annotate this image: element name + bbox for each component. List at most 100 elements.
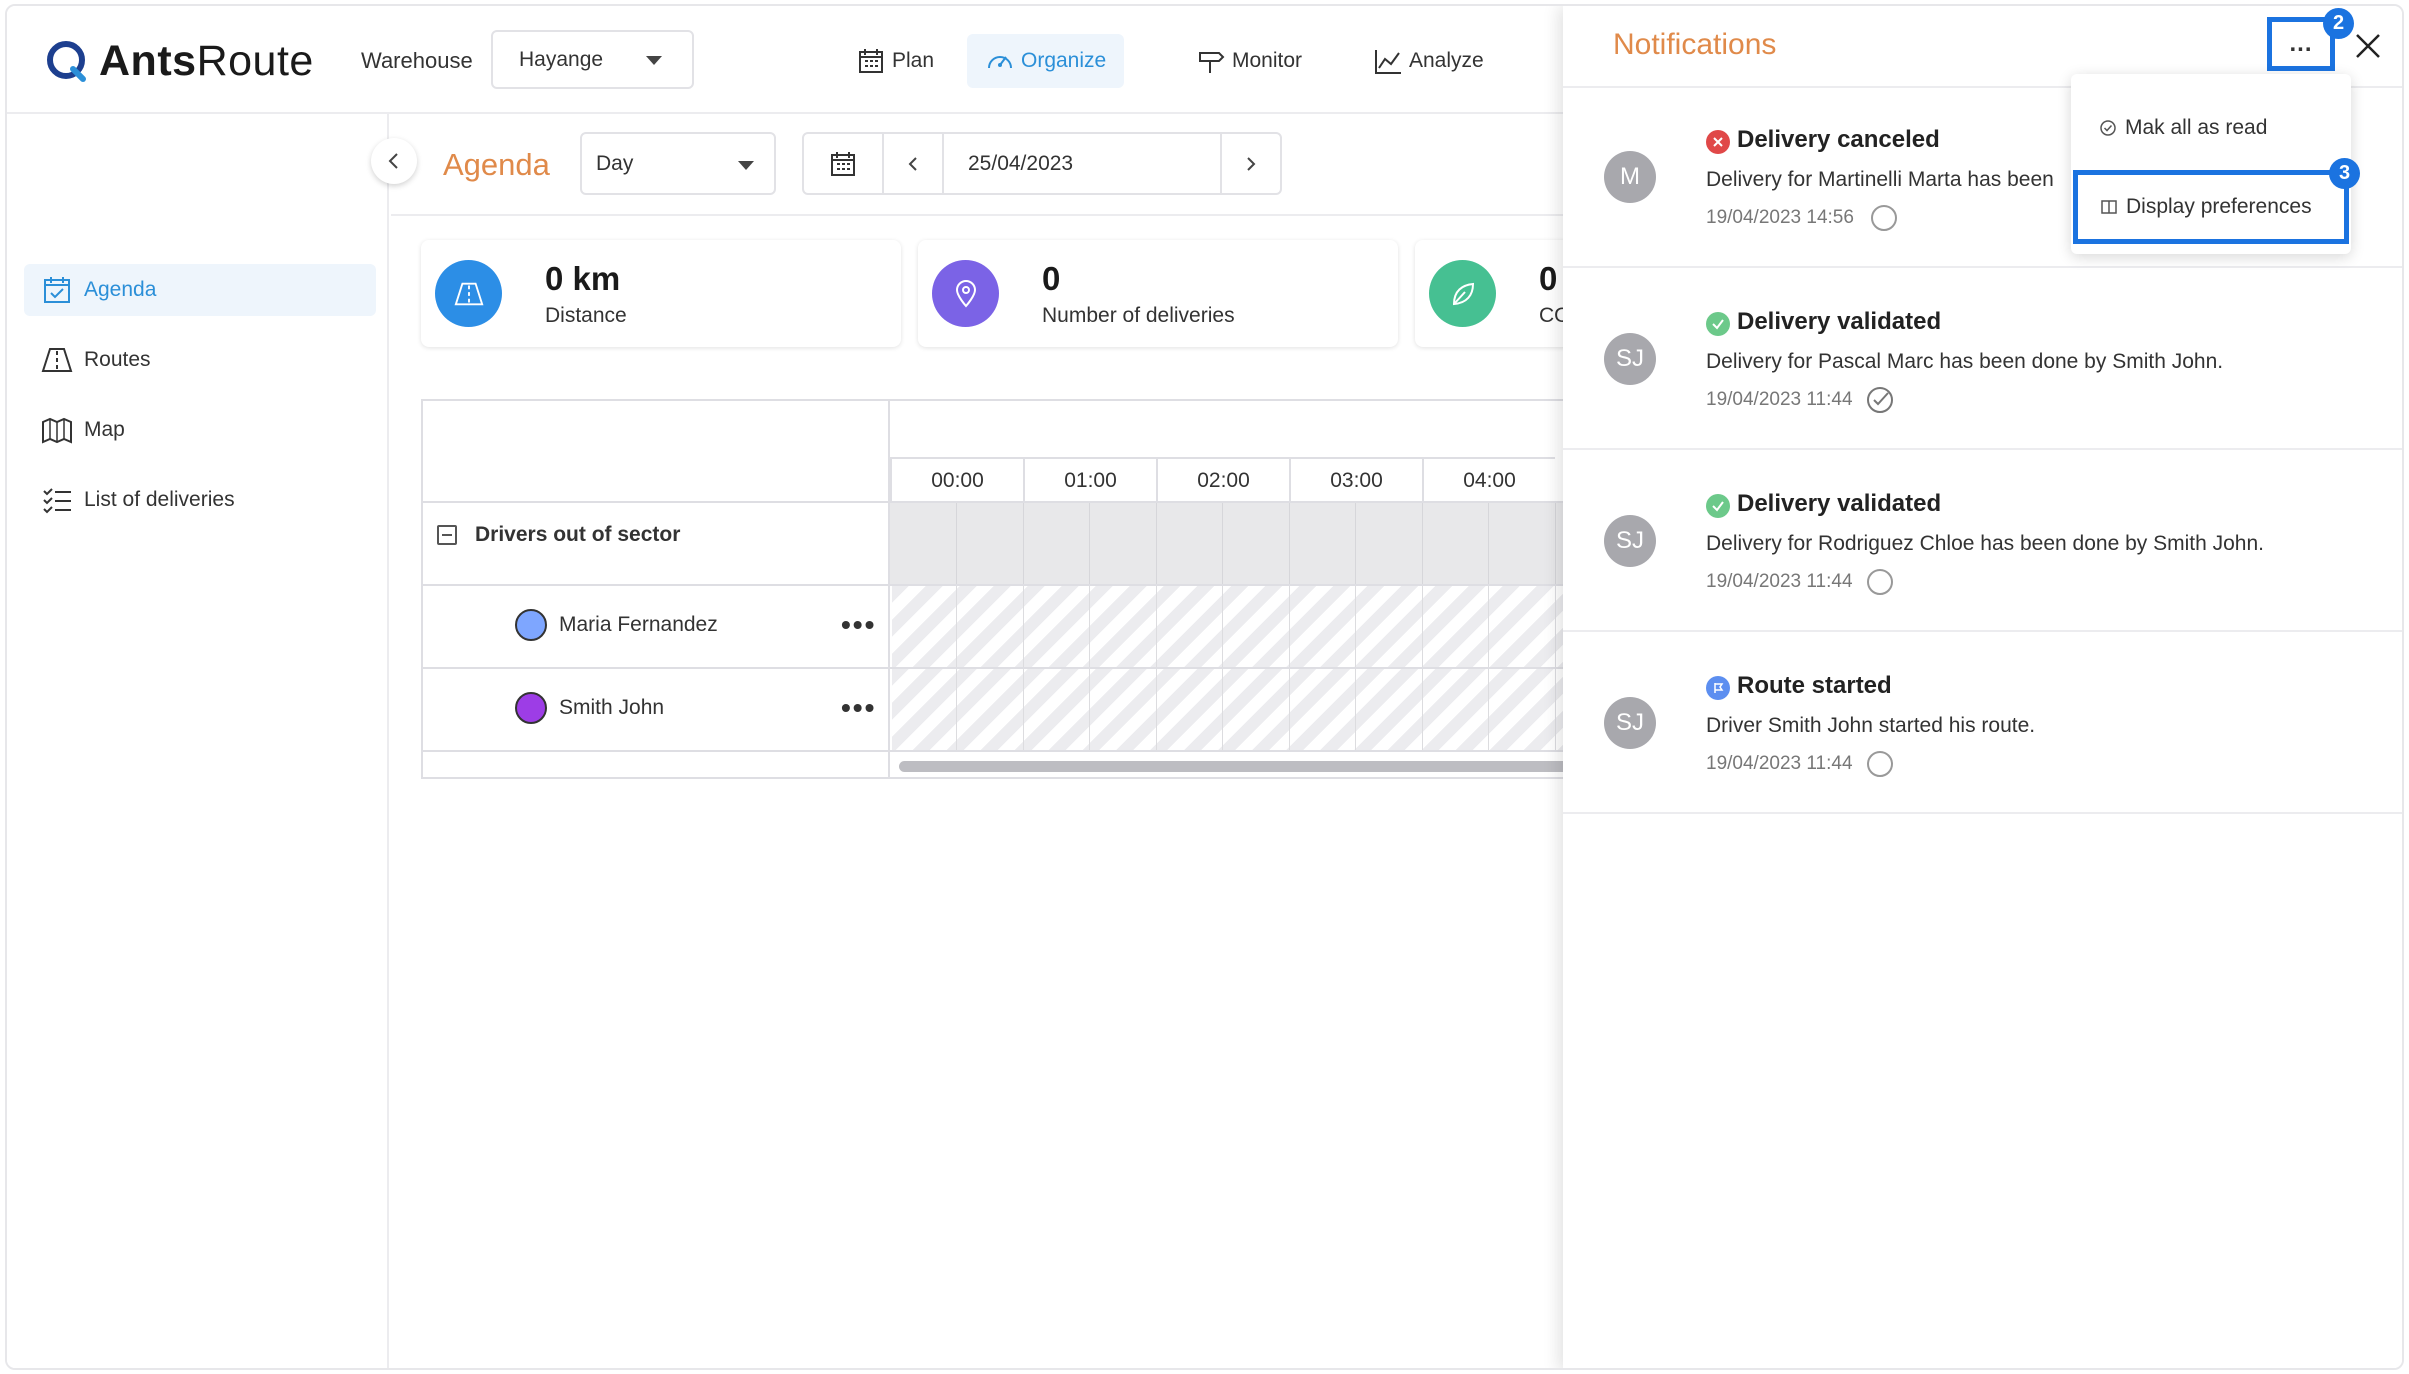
antsroute-logo[interactable]: Ants Route (45, 32, 314, 90)
nav-monitor-label: Monitor (1232, 49, 1303, 72)
driver-name: Smith John (559, 696, 665, 719)
hour-label: 03:00 (1289, 457, 1422, 503)
road-icon (454, 282, 483, 305)
date-field[interactable]: 25/04/2023 (944, 134, 1222, 193)
mark-all-read-item[interactable]: Mak all as read (2071, 108, 2351, 148)
notifications-menu: Mak all as read Display preferences 3 (2071, 74, 2360, 254)
caret-down-icon (646, 56, 662, 65)
hour-label: 04:00 (1422, 457, 1555, 503)
collapse-sidebar-button[interactable] (371, 138, 417, 184)
notification-time: 19/04/2023 14:56 (1706, 207, 1854, 228)
chevron-left-icon (908, 156, 917, 171)
view-select[interactable]: Day (580, 132, 776, 195)
driver-timeline-row[interactable] (892, 669, 1619, 750)
avatar: SJ (1604, 515, 1656, 567)
notification-title: Route started (1737, 672, 1892, 699)
date-navigator: 25/04/2023 (802, 132, 1282, 195)
notification-body: Delivery for Rodriguez Chloe has been do… (1706, 532, 2264, 555)
close-icon[interactable] (2353, 31, 2383, 61)
app-window: Ants Route Warehouse Hayange Plan Organiz… (5, 4, 2404, 1370)
timeline-scrollbar[interactable] (899, 761, 1619, 772)
notifications-panel: Notifications ... 2 M Delivery canceled … (1563, 6, 2402, 1368)
nav-analyze[interactable]: Analyze (1355, 34, 1502, 88)
nav-analyze-label: Analyze (1409, 49, 1484, 72)
logo-text-regular: Route (196, 36, 314, 85)
nav-organize-label: Organize (1021, 49, 1107, 72)
avatar: M (1604, 151, 1656, 203)
mark-read-toggle[interactable] (1867, 569, 1893, 595)
notification-item[interactable]: SJ Delivery validated Delivery for Pasca… (1563, 270, 2402, 450)
nav-monitor[interactable]: Monitor (1178, 34, 1320, 88)
group-toggle[interactable]: Drivers out of sector (437, 523, 680, 547)
location-pin-icon (955, 279, 976, 307)
previous-date-button[interactable] (884, 134, 944, 193)
chevron-right-icon (1247, 156, 1256, 171)
notification-title: Delivery validated (1737, 308, 1942, 335)
sidebar: Agenda Routes Map List of deliveries (7, 114, 389, 1368)
agenda-timeline: 00:00 01:00 02:00 03:00 04:00 Drivers ou… (421, 399, 1621, 779)
calendar-button[interactable] (804, 134, 884, 193)
sidebar-item-agenda[interactable]: Agenda (24, 264, 376, 316)
sidebar-item-label: Routes (84, 348, 151, 371)
stat-label: Number of deliveries (1042, 304, 1235, 327)
notification-title: Delivery validated (1737, 490, 1942, 517)
sidebar-item-label: Map (84, 418, 125, 441)
notification-time: 19/04/2023 11:44 (1706, 753, 1853, 774)
mark-read-toggle[interactable] (1867, 751, 1893, 777)
sidebar-item-list-of-deliveries[interactable]: List of deliveries (24, 474, 376, 526)
driver-color-dot (515, 609, 547, 641)
sidebar-item-map[interactable]: Map (24, 404, 376, 456)
driver-maria-fernandez[interactable]: Maria Fernandez (515, 609, 718, 641)
display-preferences-item[interactable]: Display preferences (2073, 170, 2349, 244)
notification-item[interactable]: SJ Delivery validated Delivery for Rodri… (1563, 452, 2402, 632)
map-pin-icon (42, 417, 72, 444)
driver-color-dot (515, 692, 547, 724)
next-date-button[interactable] (1222, 134, 1280, 193)
warehouse-select[interactable]: Hayange (491, 30, 694, 89)
view-value: Day (596, 151, 634, 175)
stat-value: 0 (1042, 260, 1061, 297)
notification-time: 19/04/2023 11:44 (1706, 571, 1853, 592)
calendar-icon (831, 151, 855, 176)
columns-icon (2101, 200, 2117, 214)
stat-icon-circle (932, 260, 999, 327)
stat-icon-circle (1429, 260, 1496, 327)
read-check-icon[interactable] (1865, 385, 1895, 415)
calendar-grid-icon (859, 49, 883, 73)
nav-organize[interactable]: Organize (967, 34, 1125, 88)
stat-card-deliveries: 0 Number of deliveries (918, 240, 1398, 347)
avatar: SJ (1604, 333, 1656, 385)
warehouse-label: Warehouse (361, 48, 473, 73)
checklist-icon (43, 488, 71, 514)
road-icon (41, 348, 73, 372)
chart-icon (1375, 50, 1401, 74)
notification-item[interactable]: SJ Route started Driver Smith John start… (1563, 634, 2402, 814)
sidebar-item-routes[interactable]: Routes (24, 334, 376, 386)
driver-more-button[interactable]: ••• (841, 611, 876, 639)
stat-value: 0 km (545, 260, 621, 297)
driver-smith-john[interactable]: Smith John (515, 692, 664, 724)
nav-plan[interactable]: Plan (838, 34, 952, 88)
notification-time: 19/04/2023 11:44 (1706, 389, 1853, 410)
signpost-icon (1199, 52, 1225, 73)
sector-band (890, 502, 1619, 585)
mark-read-toggle[interactable] (1871, 205, 1897, 231)
group-label: Drivers out of sector (475, 523, 681, 546)
stat-label: Distance (545, 304, 627, 327)
notification-title: Delivery canceled (1737, 126, 1940, 153)
validated-status-icon (1706, 494, 1730, 518)
nav-plan-label: Plan (892, 49, 935, 72)
notification-body: Delivery for Martinelli Marta has been (1706, 168, 2054, 191)
stat-card-distance: 0 km Distance (421, 240, 901, 347)
menu-item-label: Display preferences (2126, 195, 2312, 218)
caret-down-icon (738, 161, 754, 170)
collapse-group-icon (437, 525, 457, 545)
stat-value: 0 (1539, 260, 1558, 297)
notifications-title: Notifications (1613, 28, 1777, 61)
driver-more-button[interactable]: ••• (841, 694, 876, 722)
avatar: SJ (1604, 697, 1656, 749)
menu-item-label: Mak all as read (2125, 116, 2268, 139)
driver-timeline-row[interactable] (892, 586, 1619, 667)
gauge-icon (988, 56, 1012, 69)
sidebar-item-label: Agenda (84, 278, 157, 301)
